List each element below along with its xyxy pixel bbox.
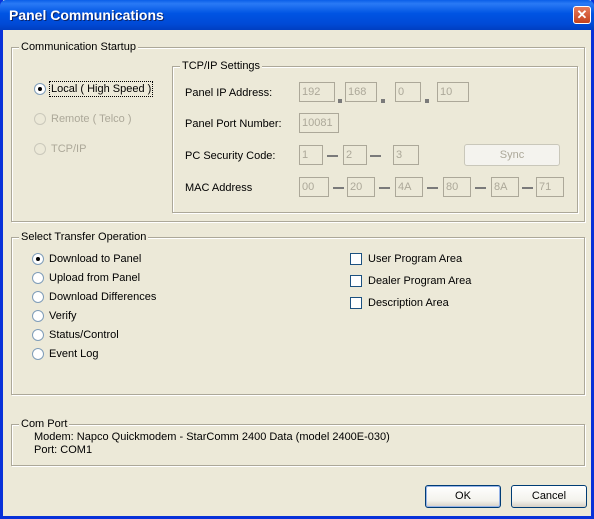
- radio-indicator-differences[interactable]: [32, 291, 44, 303]
- radio-label-download: Download to Panel: [49, 253, 142, 265]
- radio-indicator-verify[interactable]: [32, 310, 44, 322]
- radio-label-event-log: Event Log: [49, 348, 99, 360]
- ok-button[interactable]: OK: [425, 485, 501, 508]
- radio-label-upload: Upload from Panel: [49, 272, 141, 284]
- mac-byte-6[interactable]: 71: [536, 177, 564, 197]
- ip-dot-separator: [381, 99, 385, 103]
- modem-info: Modem: Napco Quickmodem - StarComm 2400 …: [34, 431, 390, 443]
- transfer-operation-legend: Select Transfer Operation: [19, 231, 149, 244]
- dash-separator: [333, 187, 344, 189]
- pc-security-label: PC Security Code:: [185, 150, 276, 162]
- window-title: Panel Communications: [9, 7, 164, 23]
- communication-startup-legend: Communication Startup: [19, 41, 138, 54]
- com-port-group: Com Port Modem: Napco Quickmodem - StarC…: [11, 418, 585, 466]
- security-code-1[interactable]: 1: [299, 145, 323, 165]
- dash-separator: [327, 155, 338, 157]
- checkbox-indicator-dealer[interactable]: [350, 275, 362, 287]
- mac-address-label: MAC Address: [185, 182, 253, 194]
- ip-dot-separator: [425, 99, 429, 103]
- tcpip-settings-group: TCP/IP Settings Panel IP Address: 192 16…: [172, 60, 578, 213]
- radio-label-tcpip: TCP/IP: [51, 143, 87, 155]
- ip-octet-2[interactable]: 168: [345, 82, 377, 102]
- radio-event-log[interactable]: Event Log: [32, 348, 99, 360]
- radio-tcpip[interactable]: TCP/IP: [34, 143, 86, 155]
- tcpip-settings-legend: TCP/IP Settings: [180, 60, 263, 73]
- cancel-button[interactable]: Cancel: [511, 485, 587, 508]
- checkbox-dealer-program-area[interactable]: Dealer Program Area: [350, 275, 471, 287]
- panel-port-field[interactable]: 10081: [299, 113, 339, 133]
- radio-indicator-status[interactable]: [32, 329, 44, 341]
- dash-separator: [370, 155, 381, 157]
- radio-indicator-upload[interactable]: [32, 272, 44, 284]
- radio-local-high-speed[interactable]: Local ( High Speed ): [34, 81, 154, 97]
- dash-separator: [522, 187, 533, 189]
- radio-label-status: Status/Control: [49, 329, 119, 341]
- radio-indicator-event-log[interactable]: [32, 348, 44, 360]
- security-code-2[interactable]: 2: [343, 145, 367, 165]
- title-bar[interactable]: Panel Communications ✕: [0, 0, 594, 30]
- ip-octet-1[interactable]: 192: [299, 82, 335, 102]
- panel-port-label: Panel Port Number:: [185, 118, 282, 130]
- panel-communications-dialog: Panel Communications ✕ Communication Sta…: [0, 0, 594, 519]
- dash-separator: [475, 187, 486, 189]
- sync-button[interactable]: Sync: [464, 144, 560, 166]
- mac-byte-2[interactable]: 20: [347, 177, 375, 197]
- radio-indicator-download[interactable]: [32, 253, 44, 265]
- radio-status-control[interactable]: Status/Control: [32, 329, 119, 341]
- radio-download-differences[interactable]: Download Differences: [32, 291, 156, 303]
- transfer-operation-group: Select Transfer Operation Download to Pa…: [11, 231, 585, 395]
- radio-label-local: Local ( High Speed ): [48, 81, 154, 97]
- communication-startup-group: Communication Startup Local ( High Speed…: [11, 41, 585, 222]
- radio-indicator-tcpip[interactable]: [34, 143, 46, 155]
- port-info: Port: COM1: [34, 444, 93, 456]
- ip-octet-3[interactable]: 0: [395, 82, 421, 102]
- mac-byte-5[interactable]: 8A: [491, 177, 519, 197]
- radio-remote-telco[interactable]: Remote ( Telco ): [34, 113, 132, 125]
- radio-indicator-local[interactable]: [34, 83, 46, 95]
- checkbox-label-user: User Program Area: [368, 253, 463, 265]
- mac-byte-3[interactable]: 4A: [395, 177, 423, 197]
- mac-byte-4[interactable]: 80: [443, 177, 471, 197]
- radio-verify[interactable]: Verify: [32, 310, 77, 322]
- dash-separator: [379, 187, 390, 189]
- ip-octet-4[interactable]: 10: [437, 82, 469, 102]
- radio-label-verify: Verify: [49, 310, 77, 322]
- com-port-legend: Com Port: [19, 418, 70, 431]
- radio-indicator-remote[interactable]: [34, 113, 46, 125]
- checkbox-indicator-user[interactable]: [350, 253, 362, 265]
- security-code-3[interactable]: 3: [393, 145, 419, 165]
- radio-label-remote: Remote ( Telco ): [51, 113, 132, 125]
- close-icon[interactable]: ✕: [573, 6, 591, 24]
- mac-byte-1[interactable]: 00: [299, 177, 329, 197]
- checkbox-user-program-area[interactable]: User Program Area: [350, 253, 462, 265]
- radio-label-differences: Download Differences: [49, 291, 157, 303]
- ip-dot-separator: [338, 99, 342, 103]
- checkbox-label-dealer: Dealer Program Area: [368, 275, 472, 287]
- radio-upload-from-panel[interactable]: Upload from Panel: [32, 272, 140, 284]
- dash-separator: [427, 187, 438, 189]
- panel-ip-label: Panel IP Address:: [185, 87, 273, 99]
- checkbox-description-area[interactable]: Description Area: [350, 297, 449, 309]
- checkbox-label-description: Description Area: [368, 297, 449, 309]
- radio-download-to-panel[interactable]: Download to Panel: [32, 253, 141, 265]
- checkbox-indicator-description[interactable]: [350, 297, 362, 309]
